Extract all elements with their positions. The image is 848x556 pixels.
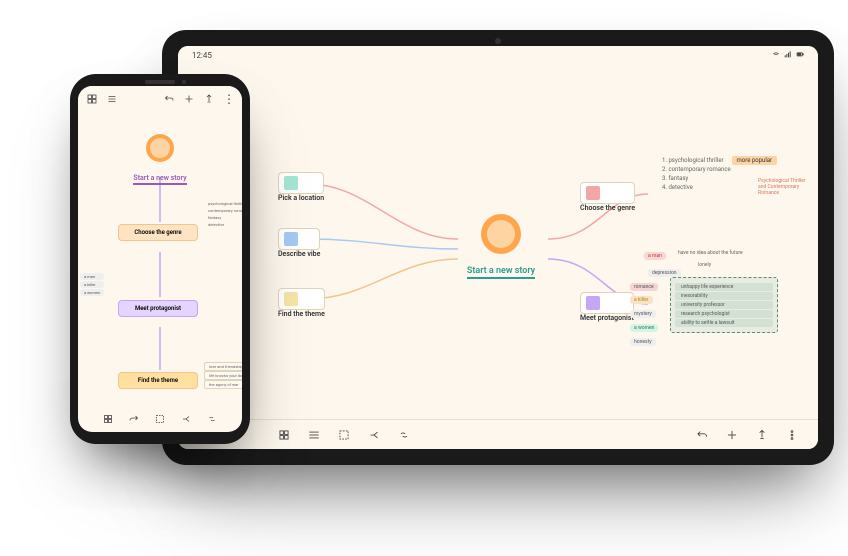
battery-icon: [796, 50, 804, 60]
idea-icon: [146, 134, 174, 162]
list-icon[interactable]: [306, 427, 322, 443]
prot-aman[interactable]: a man: [644, 252, 666, 260]
more-icon[interactable]: [784, 427, 800, 443]
phone-bottom-toolbar: [78, 406, 242, 432]
protagonist-detail[interactable]: unhappy life experience inexorability un…: [670, 277, 778, 333]
phone-canvas[interactable]: Start a new story Choose the genre psych…: [78, 112, 242, 406]
genre-items-p[interactable]: psychological thrillermore popular conte…: [204, 200, 242, 228]
redo-icon[interactable]: [128, 410, 140, 429]
genre-branch[interactable]: Choose the genre: [580, 182, 635, 212]
theme-node[interactable]: Find the theme: [118, 372, 198, 389]
status-time: 12:45: [192, 51, 212, 60]
prot-top2: lonely: [698, 262, 711, 268]
central-title: Start a new story: [467, 266, 535, 279]
branch-icon[interactable]: [180, 410, 192, 429]
home-icon[interactable]: [276, 427, 292, 443]
central-topic[interactable]: Start a new story: [114, 134, 206, 185]
theme-branch[interactable]: Find the theme: [278, 288, 325, 318]
note-icon: [284, 292, 298, 306]
select-icon[interactable]: [336, 427, 352, 443]
signal-icon: [784, 50, 792, 60]
genre-node[interactable]: Choose the genre: [118, 224, 198, 241]
link-icon[interactable]: [396, 427, 412, 443]
genre-note: Psychological Thriller and Contemporary …: [758, 178, 813, 196]
prot-top1: have no idea about the future: [678, 250, 743, 256]
phone-camera: [182, 80, 186, 84]
more-icon[interactable]: ⋮: [223, 92, 234, 106]
wifi-icon: [772, 50, 780, 60]
globe-icon: [284, 176, 298, 190]
format-icon[interactable]: [203, 90, 215, 109]
cloud-icon: [284, 232, 298, 246]
add-icon[interactable]: [183, 90, 195, 109]
central-title: Start a new story: [133, 174, 186, 185]
tablet-canvas[interactable]: Start a new story Pick a location Mexica…: [178, 64, 818, 419]
tablet-frame: 12:45 Start a new story: [162, 30, 834, 465]
undo-icon[interactable]: [163, 90, 175, 109]
prot-mys[interactable]: mystery: [630, 310, 656, 318]
people-icon: [586, 296, 600, 310]
phone-top-toolbar: ⋮: [78, 86, 242, 112]
outline-icon[interactable]: [106, 90, 118, 109]
link-icon[interactable]: [206, 410, 218, 429]
format-icon[interactable]: [754, 427, 770, 443]
undo-icon[interactable]: [694, 427, 710, 443]
prot-rom[interactable]: romance: [630, 283, 658, 291]
tablet-status-bar: 12:45: [178, 46, 818, 64]
central-topic[interactable]: Start a new story: [456, 214, 546, 279]
tablet-toolbar: [178, 419, 818, 449]
grid-icon[interactable]: [86, 90, 98, 109]
tablet-screen: 12:45 Start a new story: [178, 46, 818, 449]
idea-icon: [481, 214, 521, 254]
phone-speaker: [145, 80, 175, 84]
prot-dep[interactable]: depression: [648, 269, 681, 277]
branch-icon[interactable]: [366, 427, 382, 443]
select-icon[interactable]: [154, 410, 166, 429]
protagonist-node[interactable]: Meet protagonist: [118, 300, 198, 317]
tablet-camera: [495, 38, 501, 44]
prot-killer[interactable]: a killer: [630, 296, 653, 304]
vibe-branch[interactable]: Describe vibe: [278, 228, 320, 258]
home-icon[interactable]: [102, 410, 114, 429]
phone-frame: ⋮ Start a new story Choose the genre psy…: [70, 74, 250, 444]
location-branch[interactable]: Pick a location: [278, 172, 324, 202]
protagonist-branch[interactable]: Meet protagonist: [580, 292, 634, 322]
prot-women[interactable]: a women: [630, 324, 658, 332]
theme-items-p[interactable]: love and friendship life knocks your dow…: [204, 362, 242, 389]
phone-screen: ⋮ Start a new story Choose the genre psy…: [78, 86, 242, 432]
book-icon: [586, 186, 600, 200]
prot-hon[interactable]: honesty: [630, 338, 656, 346]
prot-items-p[interactable]: a man a killer a women: [80, 272, 104, 297]
add-icon[interactable]: [724, 427, 740, 443]
